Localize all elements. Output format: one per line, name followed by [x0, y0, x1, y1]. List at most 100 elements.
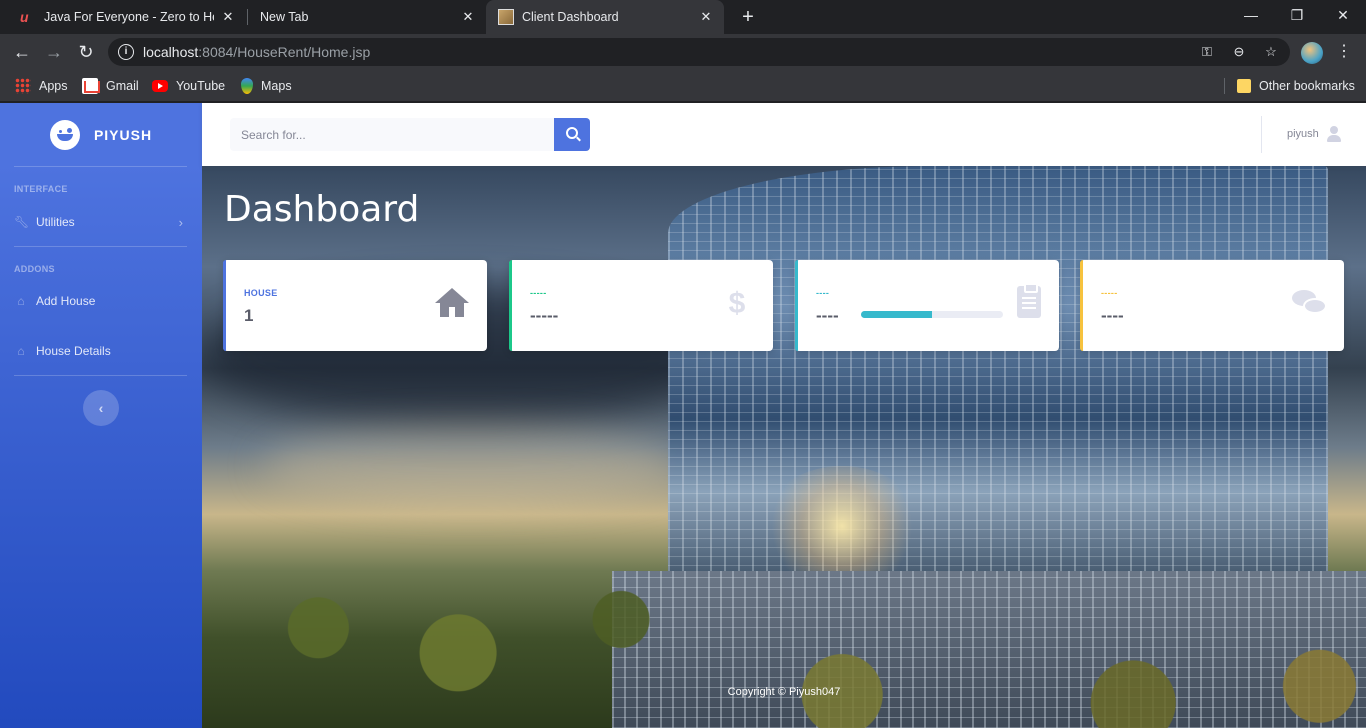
restore-icon[interactable]: ❐	[1274, 0, 1320, 30]
key-icon[interactable]: ⚿	[1198, 43, 1216, 61]
card-label: -----	[530, 288, 547, 298]
topbar: piyush	[202, 103, 1366, 166]
close-icon[interactable]: ✕	[460, 9, 476, 25]
minimize-icon[interactable]: —	[1228, 0, 1274, 30]
bookmark-label: Maps	[261, 79, 292, 93]
address-bar[interactable]: i localhost:8084/HouseRent/Home.jsp ⚿ ⊖ …	[108, 38, 1290, 66]
stat-card-progress: ---- ----	[795, 260, 1059, 351]
sidebar-item-label: Add House	[36, 294, 96, 308]
forward-arrow-icon[interactable]: →	[40, 38, 68, 66]
more-menu-icon[interactable]: ⋮	[1336, 42, 1352, 62]
page-title: Dashboard	[224, 189, 420, 230]
card-value: ----	[816, 306, 839, 325]
home-icon	[435, 288, 469, 318]
zoom-icon[interactable]: ⊖	[1230, 43, 1248, 61]
browser-tabstrip: u Java For Everyone - Zero to Hero ✕ New…	[0, 0, 1366, 34]
dollar-icon: $	[728, 287, 746, 320]
site-info-icon[interactable]: i	[118, 44, 134, 60]
sidebar-divider	[14, 166, 187, 167]
search-input[interactable]	[230, 118, 554, 151]
star-icon[interactable]: ☆	[1262, 43, 1280, 61]
stat-card: ----- ----	[1080, 260, 1344, 351]
web-page: PIYUSH INTERFACE 🔧︎ Utilities › ADDONS ⌂…	[0, 103, 1366, 728]
bookmark-label: Apps	[39, 79, 68, 93]
sidebar-item-house-details[interactable]: ⌂ House Details	[14, 340, 187, 362]
clipboard-icon	[1017, 283, 1041, 318]
apps-grid-icon	[15, 78, 31, 94]
youtube-icon	[152, 80, 168, 92]
new-tab-plus-icon[interactable]: +	[736, 5, 760, 29]
progress-fill	[861, 311, 932, 318]
card-value: -----	[530, 306, 559, 325]
back-arrow-icon[interactable]: ←	[8, 38, 36, 66]
stat-card-house: HOUSE 1	[223, 260, 487, 351]
bookmark-label: Other bookmarks	[1259, 79, 1355, 93]
udemy-favicon-icon: u	[20, 9, 29, 25]
url-host: localhost	[143, 44, 199, 60]
wrench-icon: 🔧︎	[14, 215, 30, 229]
bookmark-gmail[interactable]: Gmail	[82, 76, 139, 96]
sidebar-item-add-house[interactable]: ⌂ Add House	[14, 290, 187, 312]
card-label: HOUSE	[244, 288, 278, 298]
comments-icon	[1292, 290, 1328, 318]
reload-icon[interactable]: ↻	[72, 38, 100, 66]
card-accent	[509, 260, 512, 351]
maps-icon	[241, 78, 253, 94]
background-photo-cloud	[262, 426, 682, 506]
sidebar-divider	[14, 375, 187, 376]
card-value: ----	[1101, 306, 1124, 325]
card-accent	[1080, 260, 1083, 351]
page-favicon-icon	[498, 9, 514, 25]
user-name[interactable]: piyush	[1287, 128, 1319, 140]
sidebar: PIYUSH INTERFACE 🔧︎ Utilities › ADDONS ⌂…	[0, 103, 202, 728]
bookmarks-separator	[1224, 78, 1225, 94]
sidebar-item-label: House Details	[36, 344, 111, 358]
sidebar-item-utilities[interactable]: 🔧︎ Utilities ›	[14, 211, 187, 233]
tab-title: Client Dashboard	[522, 10, 619, 24]
sidebar-toggle-button[interactable]: ‹	[83, 390, 119, 426]
chevron-right-icon: ›	[178, 214, 183, 230]
profile-avatar[interactable]	[1301, 42, 1323, 64]
main-content: Dashboard HOUSE 1 ----- ----- $ ---- ---…	[202, 166, 1366, 728]
sidebar-heading: ADDONS	[14, 264, 55, 274]
bookmark-maps[interactable]: Maps	[241, 76, 292, 96]
topbar-divider	[1261, 116, 1262, 153]
bookmark-youtube[interactable]: YouTube	[152, 76, 225, 96]
footer-copyright: Copyright © Piyush047	[727, 686, 841, 698]
browser-tab[interactable]: New Tab ✕	[248, 0, 486, 34]
user-icon[interactable]	[1327, 126, 1341, 142]
sidebar-divider	[14, 246, 187, 247]
browser-tab[interactable]: u Java For Everyone - Zero to Hero ✕	[8, 0, 246, 34]
card-accent	[223, 260, 226, 351]
card-accent	[795, 260, 798, 351]
gmail-icon	[82, 78, 100, 94]
tab-title: New Tab	[260, 10, 309, 24]
close-icon[interactable]: ✕	[698, 9, 714, 25]
home-icon: ⌂	[17, 294, 25, 308]
browser-tab-active[interactable]: Client Dashboard ✕	[486, 0, 724, 34]
home-icon: ⌂	[17, 344, 25, 358]
sidebar-item-label: Utilities	[36, 215, 75, 229]
tab-title: Java For Everyone - Zero to Hero	[44, 10, 214, 24]
card-label: -----	[1101, 288, 1118, 298]
progress-bar	[861, 311, 1003, 318]
stat-card: ----- ----- $	[509, 260, 773, 351]
window-close-icon[interactable]: ✕	[1320, 0, 1366, 30]
brand-name: PIYUSH	[93, 127, 153, 143]
bookmarks-bar: Apps Gmail YouTube Maps Other bookmarks	[0, 70, 1366, 102]
sidebar-brand[interactable]: PIYUSH	[0, 103, 202, 167]
laugh-wink-icon	[49, 120, 80, 150]
card-label: ----	[816, 288, 830, 298]
url-text: localhost:8084/HouseRent/Home.jsp	[143, 44, 370, 60]
close-icon[interactable]: ✕	[220, 9, 236, 25]
background-photo-trees	[202, 561, 1366, 728]
sidebar-heading: INTERFACE	[14, 184, 68, 194]
browser-toolbar: ← → ↻ i localhost:8084/HouseRent/Home.js…	[0, 34, 1366, 70]
folder-icon	[1237, 79, 1251, 93]
card-value: 1	[244, 306, 254, 325]
url-path: :8084/HouseRent/Home.jsp	[198, 44, 371, 60]
bookmark-label: Gmail	[106, 79, 139, 93]
bookmark-apps[interactable]: Apps	[15, 76, 68, 96]
other-bookmarks[interactable]: Other bookmarks	[1237, 76, 1355, 96]
search-button[interactable]	[554, 118, 590, 151]
